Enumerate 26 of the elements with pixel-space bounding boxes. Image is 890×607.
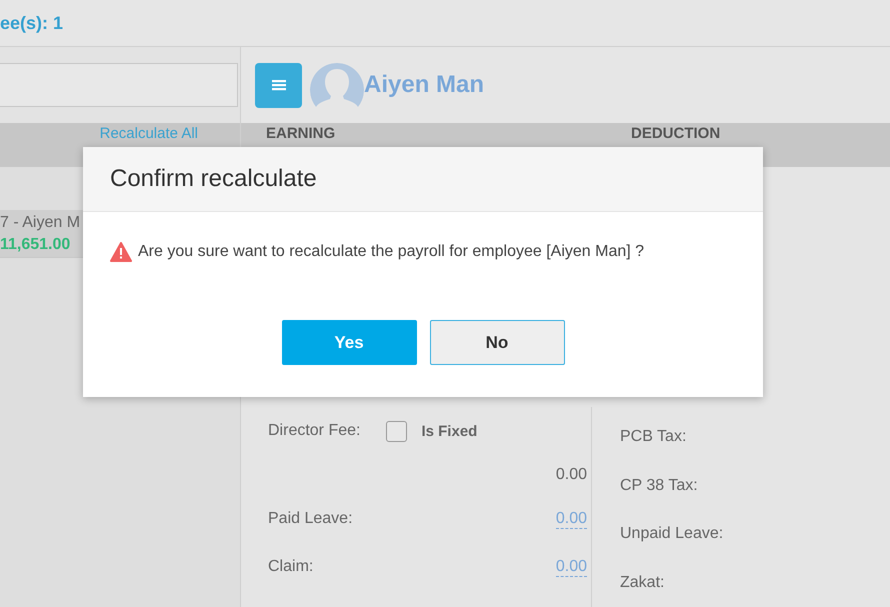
- employee-name: Aiyen Man: [364, 71, 484, 99]
- avatar-icon: [310, 63, 364, 107]
- menu-button[interactable]: [255, 62, 302, 108]
- field-label: Director Fee:: [268, 422, 360, 440]
- column-title: DEDUCTION: [631, 125, 720, 142]
- yes-button[interactable]: Yes: [282, 320, 416, 365]
- dialog-title: Confirm recalculate: [110, 165, 317, 193]
- checkbox[interactable]: [386, 420, 408, 442]
- recalculate-all-link[interactable]: Recalculate All: [100, 125, 198, 142]
- menu-icon: [272, 79, 286, 91]
- search-field[interactable]: [0, 63, 238, 107]
- field-label: Claim:: [268, 558, 314, 576]
- no-button[interactable]: No: [430, 320, 564, 365]
- field-label: Paid Leave:: [268, 510, 353, 528]
- amount-link[interactable]: 0.00: [556, 558, 587, 576]
- amount-value: 0.00: [556, 466, 587, 484]
- dialog-message: Are you sure want to recalculate the payroll for employee [Aiyen Man] ?: [138, 243, 644, 261]
- field-label: Zakat:: [620, 574, 664, 592]
- employee-count: ee(s): 1: [0, 12, 64, 34]
- checkbox-label: Is Fixed: [421, 422, 478, 440]
- warning-icon: [110, 242, 132, 262]
- amount-link[interactable]: 0.00: [556, 510, 587, 528]
- field-label: Unpaid Leave:: [620, 525, 724, 544]
- field-label: PCB Tax:: [620, 428, 686, 446]
- field-label: CP 38 Tax:: [620, 476, 698, 495]
- column-title: EARNING: [266, 125, 336, 142]
